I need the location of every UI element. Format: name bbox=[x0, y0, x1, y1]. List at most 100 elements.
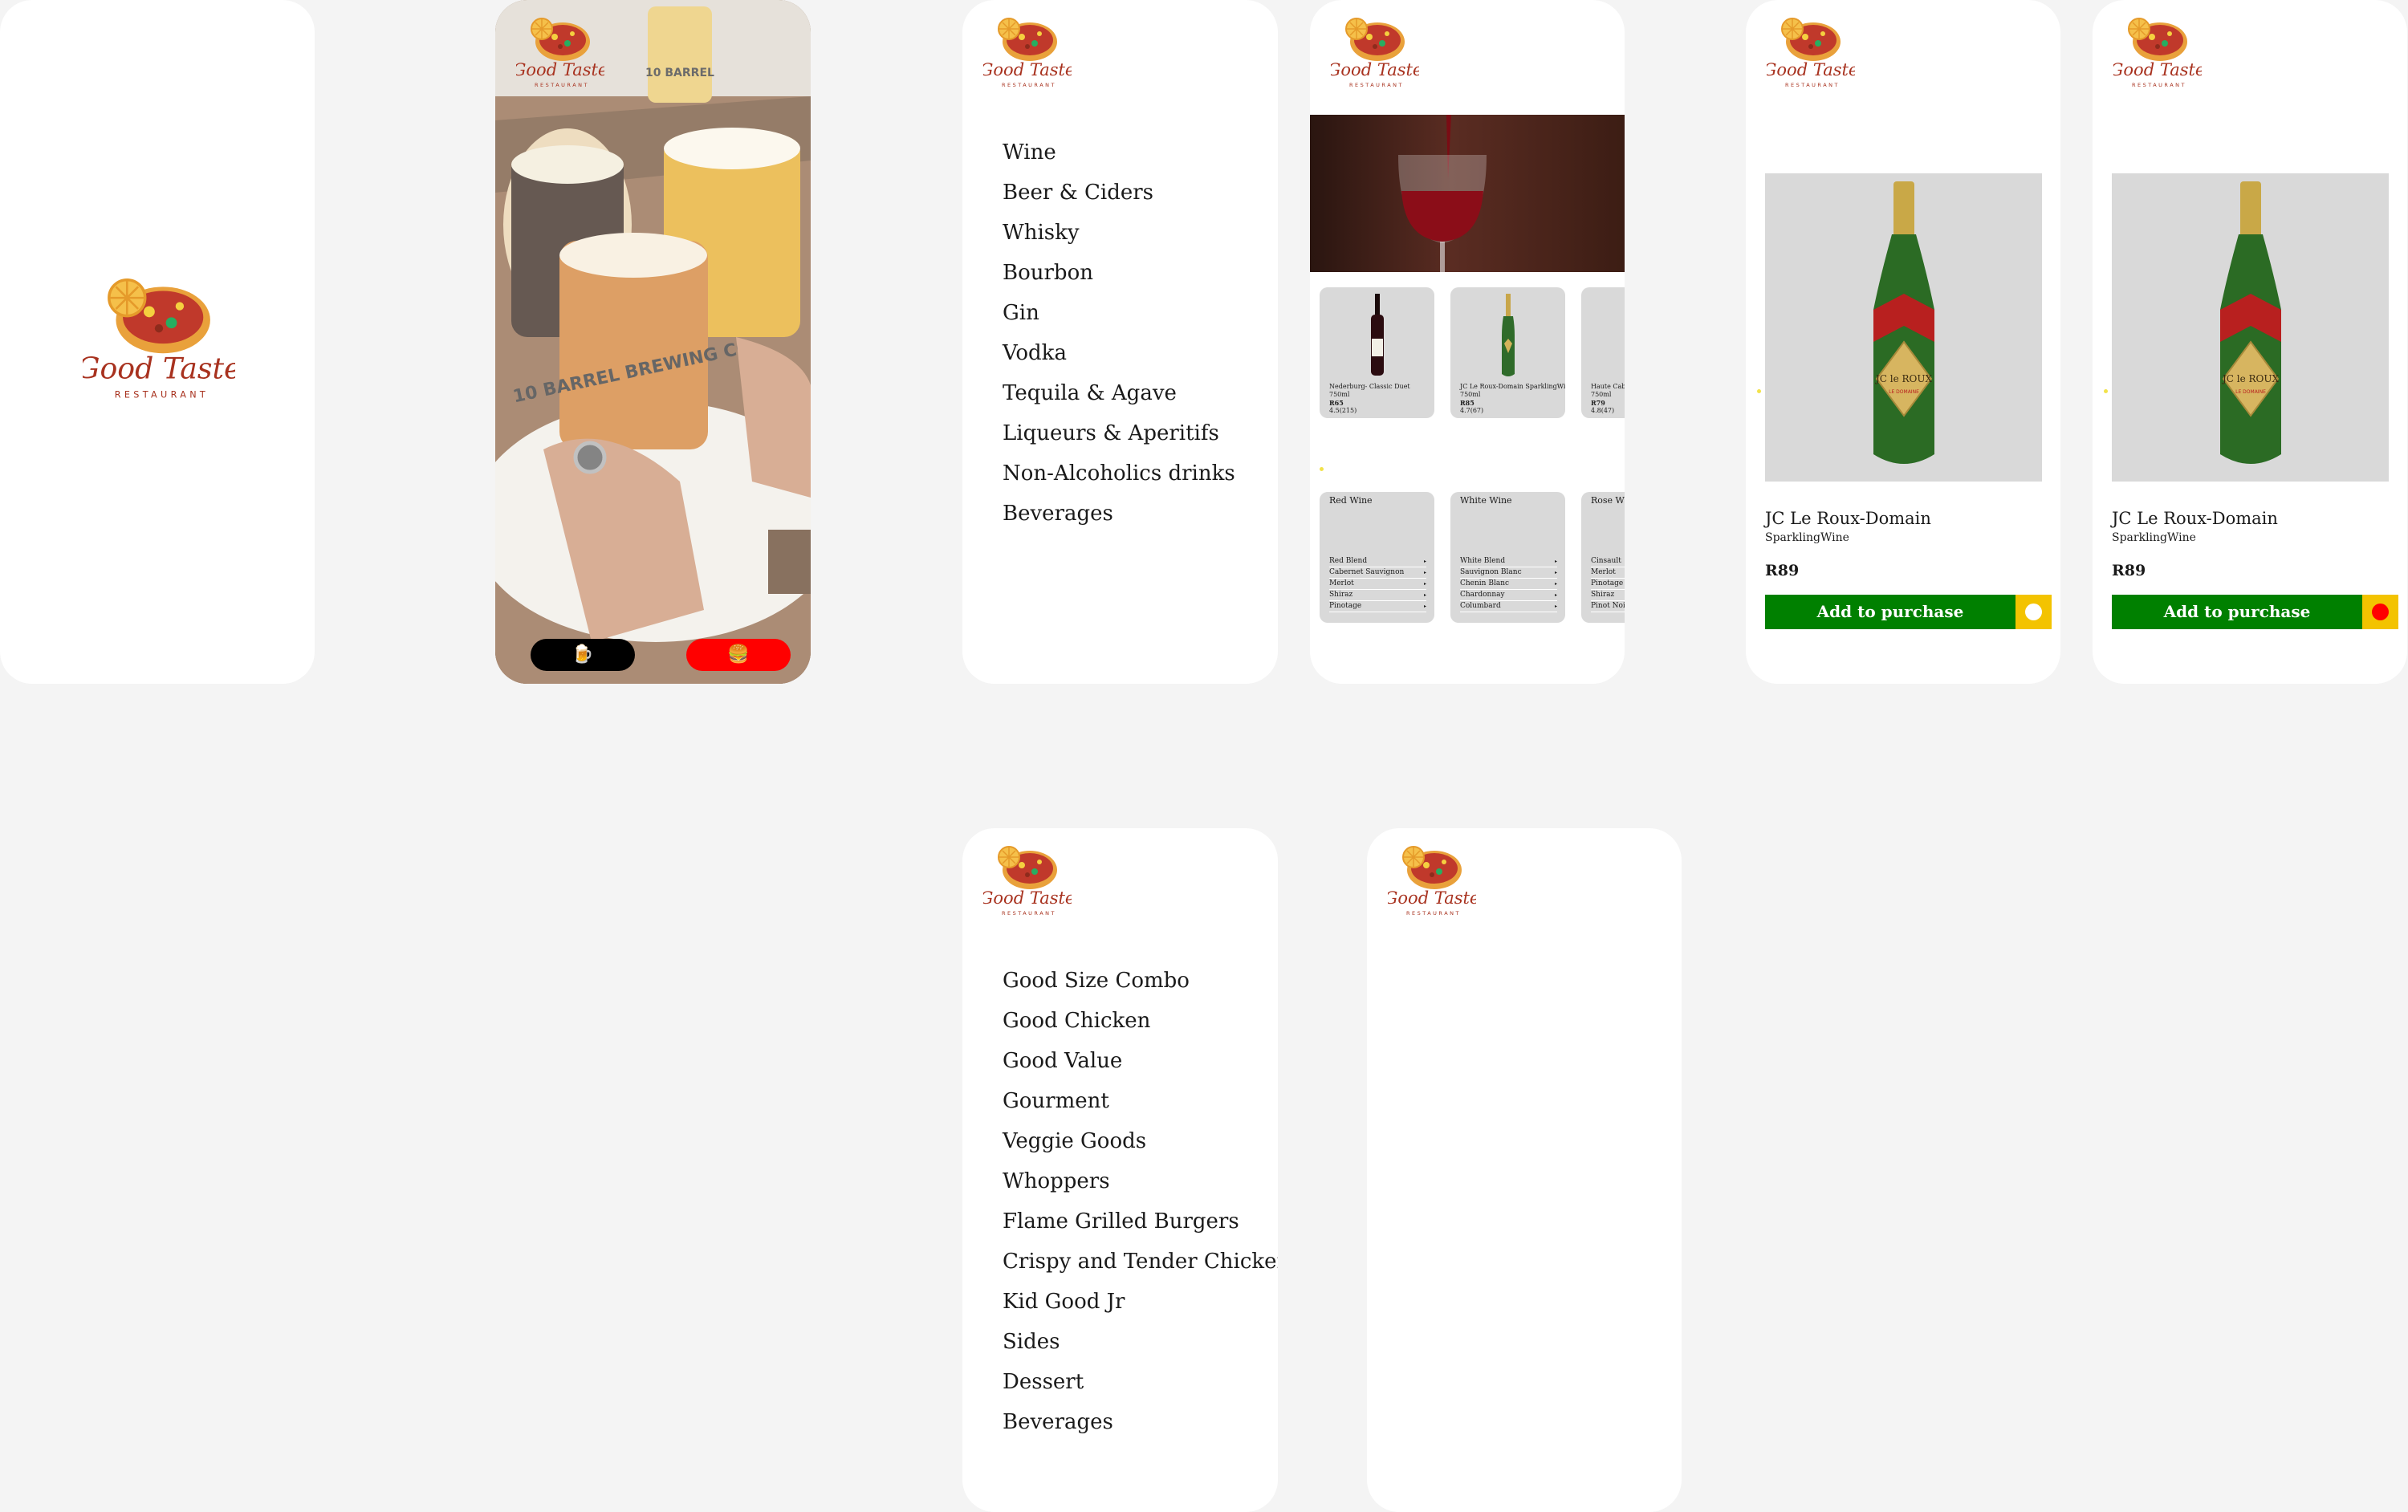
food-menu-item[interactable]: Flame Grilled Burgers bbox=[1003, 1201, 1278, 1242]
product-meta: JC Le Roux-Domain SparklingWine 750ml R85 4… bbox=[1460, 383, 1565, 415]
chevron-right-icon: ▸ bbox=[1423, 581, 1426, 587]
drinks-menu-item[interactable]: Whisky bbox=[1003, 213, 1235, 253]
champagne-bottle-image: JC le ROUX LE DOMAINE bbox=[2219, 181, 2281, 464]
swatch-dot bbox=[2025, 604, 2042, 620]
product-price: R85 bbox=[1460, 399, 1474, 407]
drinks-menu-item[interactable]: Beverages bbox=[1003, 494, 1235, 534]
drinks-menu-item[interactable]: Bourbon bbox=[1003, 253, 1235, 293]
category-item-label: Merlot bbox=[1591, 568, 1616, 576]
product-size: 750ml bbox=[1460, 391, 1481, 398]
brand-name: Good Taste bbox=[983, 60, 1072, 79]
choice-screen: 10 BARREL 10 BARREL BREWING CO Good Tast… bbox=[495, 0, 811, 684]
food-menu-item[interactable]: Crispy and Tender Chicken bbox=[1003, 1242, 1278, 1282]
category-item[interactable]: Merlot ▸ bbox=[1329, 579, 1426, 590]
bottle-sublabel: LE DOMAINE bbox=[1889, 389, 1919, 395]
drinks-menu-item[interactable]: Beer & Ciders bbox=[1003, 173, 1235, 213]
category-item[interactable]: Merlot▸ bbox=[1591, 567, 1625, 579]
brand-name: Good Taste bbox=[1767, 60, 1855, 79]
drinks-menu-item[interactable]: Non-Alcoholics drinks bbox=[1003, 453, 1235, 494]
burger-icon: 🍔 bbox=[727, 644, 750, 665]
category-title: Rose Wine bbox=[1591, 495, 1625, 506]
drinks-menu-item[interactable]: Tequila & Agave bbox=[1003, 373, 1235, 413]
wine-bottle-image bbox=[1492, 291, 1524, 380]
food-menu-item[interactable]: Good Value bbox=[1003, 1041, 1278, 1081]
carousel-dot bbox=[1757, 389, 1761, 393]
product-card[interactable]: JC Le Roux-Domain SparklingWine 750ml R85 4… bbox=[1450, 287, 1565, 418]
category-item[interactable]: Cabernet Sauvignon ▸ bbox=[1329, 567, 1426, 579]
food-menu-item[interactable]: Sides bbox=[1003, 1322, 1278, 1362]
chevron-right-icon: ▸ bbox=[1554, 570, 1557, 575]
product-name: JC Le Roux-Domain bbox=[1765, 509, 1931, 528]
wine-category-card[interactable]: Red Wine Red Blend ▸ Cabernet Sauvignon ▸ Mer… bbox=[1320, 492, 1434, 623]
drinks-button[interactable]: 🍺 bbox=[531, 639, 635, 671]
wine-category-card[interactable]: Rose Wine Cinsault▸Merlot▸Pinotage▸Shiraz… bbox=[1581, 492, 1625, 623]
product-size: 750ml bbox=[1329, 391, 1350, 398]
drinks-menu-item[interactable]: Liqueurs & Aperitifs bbox=[1003, 413, 1235, 453]
category-item[interactable]: Columbard ▸ bbox=[1460, 601, 1557, 612]
carousel-dot bbox=[2104, 389, 2108, 393]
add-to-purchase-button[interactable]: Add to purchase bbox=[1765, 595, 2015, 629]
category-item[interactable]: Pinot Noir▸ bbox=[1591, 601, 1625, 612]
food-button[interactable]: 🍔 bbox=[686, 639, 791, 671]
category-item[interactable]: Pinotage▸ bbox=[1591, 579, 1625, 590]
category-item[interactable]: Pinotage▸ bbox=[1329, 601, 1426, 612]
option-swatch[interactable] bbox=[2362, 595, 2398, 629]
product-subtitle: SparklingWine bbox=[1765, 531, 1849, 544]
wine-bottle-image bbox=[1623, 291, 1625, 380]
splash-screen: Good Taste RESTAURANT bbox=[0, 0, 315, 684]
chevron-right-icon: ▸ bbox=[1554, 559, 1557, 564]
category-item-label: Merlot bbox=[1329, 579, 1354, 587]
drinks-menu-list: Wine Beer & Ciders Whisky Bourbon Gin Vodka Te… bbox=[1003, 132, 1235, 534]
wine-category-card[interactable]: White Wine White Blend ▸ Sauvignon Blanc ▸ Ch… bbox=[1450, 492, 1565, 623]
product-meta: Haute Cabriere750mlR794.8(47) bbox=[1591, 383, 1625, 415]
carousel-dot bbox=[1320, 467, 1324, 471]
category-item[interactable]: Red Blend ▸ bbox=[1329, 556, 1426, 567]
category-item[interactable]: White Blend ▸ bbox=[1460, 556, 1557, 567]
food-menu-item[interactable]: Good Chicken bbox=[1003, 1001, 1278, 1041]
food-menu-item[interactable]: Dessert bbox=[1003, 1362, 1278, 1402]
drinks-menu-item[interactable]: Wine bbox=[1003, 132, 1235, 173]
product-meta: Nederburg- Classic Duet 750ml R65 4.5(215) bbox=[1329, 383, 1410, 415]
category-item-label: Pinot Noir bbox=[1591, 602, 1625, 610]
brand-tagline: RESTAURANT bbox=[1349, 82, 1404, 88]
category-title: White Wine bbox=[1460, 495, 1512, 506]
food-menu-item[interactable]: Good Size Combo bbox=[1003, 961, 1278, 1001]
category-item[interactable]: Shiraz▸ bbox=[1329, 590, 1426, 601]
option-swatch[interactable] bbox=[2015, 595, 2052, 629]
category-item-label: Cabernet Sauvignon bbox=[1329, 568, 1405, 576]
beer-mug-icon: 🍺 bbox=[571, 644, 594, 665]
category-item-label: Chardonnay bbox=[1460, 591, 1505, 599]
category-item[interactable]: Chardonnay ▸ bbox=[1460, 590, 1557, 601]
brand-tagline: RESTAURANT bbox=[1002, 82, 1056, 88]
drinks-menu-item[interactable]: Gin bbox=[1003, 293, 1235, 333]
chevron-right-icon: ▸ bbox=[1423, 559, 1426, 564]
beer-toast-photo: 10 BARREL 10 BARREL BREWING CO bbox=[495, 0, 811, 684]
food-menu-item[interactable]: Beverages bbox=[1003, 1402, 1278, 1442]
food-menu-item[interactable]: Veggie Goods bbox=[1003, 1121, 1278, 1161]
product-card[interactable]: Nederburg- Classic Duet 750ml R65 4.5(215) bbox=[1320, 287, 1434, 418]
category-item-label: Pinotage bbox=[1591, 579, 1624, 587]
drinks-menu-item[interactable]: Vodka bbox=[1003, 333, 1235, 373]
category-item[interactable]: Chenin Blanc ▸ bbox=[1460, 579, 1557, 590]
product-size: 750ml bbox=[1591, 391, 1612, 398]
product-card[interactable]: Haute Cabriere750mlR794.8(47) bbox=[1581, 287, 1625, 418]
category-item-label: Sauvignon Blanc bbox=[1460, 568, 1522, 576]
food-menu-item[interactable]: Gourment bbox=[1003, 1081, 1278, 1121]
champagne-bottle-image: JC le ROUX LE DOMAINE bbox=[1873, 181, 1934, 464]
product-rating: 4.8(47) bbox=[1591, 407, 1615, 414]
category-item-label: Pinotage bbox=[1329, 602, 1362, 610]
product-image: JC le ROUX LE DOMAINE bbox=[2112, 173, 2389, 482]
chevron-right-icon: ▸ bbox=[1423, 570, 1426, 575]
brand-logo: Good Taste RESTAURANT bbox=[1763, 11, 1858, 91]
add-to-purchase-button[interactable]: Add to purchase bbox=[2112, 595, 2362, 629]
category-item[interactable]: Shiraz▸ bbox=[1591, 590, 1625, 601]
category-item[interactable]: Sauvignon Blanc ▸ bbox=[1460, 567, 1557, 579]
brand-name: Good Taste bbox=[1388, 888, 1476, 908]
product-rating: 4.7(67) bbox=[1460, 407, 1484, 414]
brand-logo: Good Taste RESTAURANT bbox=[1385, 839, 1479, 920]
brand-name: Good Taste bbox=[516, 60, 604, 79]
product-rating: 4.5(215) bbox=[1329, 407, 1357, 414]
food-menu-item[interactable]: Kid Good Jr bbox=[1003, 1282, 1278, 1322]
category-item[interactable]: Cinsault▸ bbox=[1591, 556, 1625, 567]
food-menu-item[interactable]: Whoppers bbox=[1003, 1161, 1278, 1201]
